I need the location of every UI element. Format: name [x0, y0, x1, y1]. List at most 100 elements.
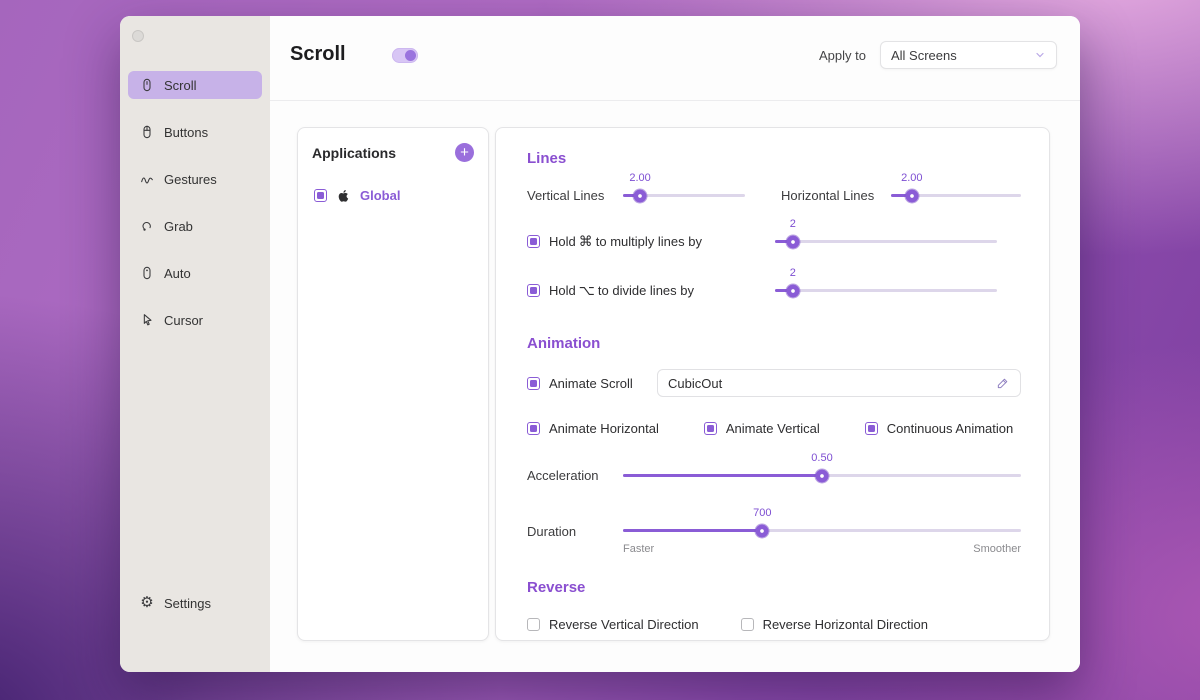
slider-track[interactable] [775, 240, 997, 243]
animate-vertical-checkbox[interactable] [704, 422, 717, 435]
animate-vertical-label: Animate Vertical [726, 421, 820, 436]
duration-slider[interactable]: 700 [623, 524, 1021, 537]
slider-track[interactable] [775, 289, 997, 292]
animate-scroll-checkbox[interactable] [527, 377, 540, 390]
plus-icon: + [460, 143, 469, 162]
sidebar-item-gestures[interactable]: Gestures [128, 165, 262, 193]
page-title: Scroll [290, 42, 346, 66]
horizontal-lines-slider[interactable]: 2.00 [891, 189, 1021, 202]
duration-max-hint: Smoother [973, 543, 1021, 555]
sidebar-item-buttons[interactable]: Buttons [128, 118, 262, 146]
easing-value: CubicOut [668, 376, 722, 391]
animate-horizontal-checkbox[interactable] [527, 422, 540, 435]
animate-scroll-row: Animate Scroll CubicOut [527, 369, 1021, 397]
continuous-animation-label: Continuous Animation [887, 421, 1013, 436]
application-item-label: Global [360, 188, 400, 203]
reverse-options-row: Reverse Vertical Direction Reverse Horiz… [527, 617, 1021, 632]
animation-options-row: Animate Horizontal Animate Vertical Cont… [527, 421, 1021, 436]
sidebar-item-grab[interactable]: Grab [128, 212, 262, 240]
acceleration-label: Acceleration [527, 468, 623, 483]
slider-value: 2.00 [901, 172, 922, 184]
label-text: to multiply lines by [596, 234, 702, 249]
animate-horizontal-label: Animate Horizontal [549, 421, 659, 436]
window-close-button[interactable] [132, 30, 144, 42]
acceleration-slider[interactable]: 0.50 [623, 469, 1021, 482]
slider-thumb[interactable] [905, 189, 918, 202]
duration-hints: Faster Smoother [623, 543, 1021, 555]
apple-icon [336, 188, 351, 203]
animate-scroll-label: Animate Scroll [549, 376, 633, 391]
scroll-settings-panel: Lines Vertical Lines 2.00 Horizontal Lin… [495, 127, 1050, 641]
application-list-item-global[interactable]: Global [312, 188, 474, 203]
hold-option-label: Hold⌥to divide lines by [549, 282, 694, 299]
lines-sliders-row: Vertical Lines 2.00 Horizontal Lines 2.0… [527, 188, 1021, 203]
reverse-vertical-option: Reverse Vertical Direction [527, 617, 699, 632]
animation-section-heading: Animation [527, 335, 1021, 353]
applications-title: Applications [312, 145, 396, 161]
duration-row: Duration 700 Faster Smoother [527, 524, 1021, 555]
hold-cmd-checkbox[interactable] [527, 235, 540, 248]
apply-to-label: Apply to [819, 48, 866, 63]
gesture-icon [139, 171, 155, 187]
sidebar-item-label: Cursor [164, 313, 203, 328]
slider-value: 2 [790, 218, 796, 230]
command-key-icon: ⌘ [579, 233, 593, 249]
continuous-animation-checkbox[interactable] [865, 422, 878, 435]
apply-to-value: All Screens [891, 48, 957, 63]
sidebar: Scroll Buttons Gestures Grab [120, 16, 270, 672]
scroll-enabled-toggle[interactable] [392, 48, 418, 63]
header-divider [270, 100, 1080, 101]
sidebar-item-auto[interactable]: Auto [128, 259, 262, 287]
duration-min-hint: Faster [623, 543, 654, 555]
sidebar-item-cursor[interactable]: Cursor [128, 306, 262, 334]
animate-vertical-option: Animate Vertical [704, 421, 820, 436]
sidebar-item-label: Auto [164, 266, 191, 281]
hold-option-checkbox[interactable] [527, 284, 540, 297]
divide-lines-row: Hold⌥to divide lines by 2 [527, 282, 1021, 299]
multiply-lines-slider[interactable]: 2 [775, 235, 997, 248]
slider-value: 2 [790, 267, 796, 279]
reverse-section-heading: Reverse [527, 579, 1021, 597]
slider-thumb[interactable] [816, 469, 829, 482]
slider-fill [623, 529, 762, 532]
reverse-horizontal-checkbox[interactable] [741, 618, 754, 631]
grab-icon [139, 218, 155, 234]
apply-to-dropdown[interactable]: All Screens [880, 41, 1057, 69]
label-text: Hold [549, 283, 576, 298]
slider-thumb[interactable] [786, 235, 799, 248]
app-window: Scroll Buttons Gestures Grab [120, 16, 1080, 672]
lines-section-heading: Lines [527, 150, 1021, 168]
option-key-icon: ⌥ [579, 282, 595, 298]
slider-thumb[interactable] [786, 284, 799, 297]
reverse-vertical-label: Reverse Vertical Direction [549, 617, 699, 632]
reverse-vertical-checkbox[interactable] [527, 618, 540, 631]
vertical-lines-label: Vertical Lines [527, 188, 623, 203]
sidebar-item-label: Scroll [164, 78, 197, 93]
hold-cmd-label: Hold⌘to multiply lines by [549, 233, 702, 250]
divide-lines-slider[interactable]: 2 [775, 284, 997, 297]
slider-thumb[interactable] [634, 189, 647, 202]
sidebar-item-scroll[interactable]: Scroll [128, 71, 262, 99]
sidebar-nav: Scroll Buttons Gestures Grab [128, 71, 262, 334]
edit-pencil-icon[interactable] [996, 376, 1010, 390]
sidebar-item-label: Grab [164, 219, 193, 234]
sidebar-item-label: Settings [164, 596, 211, 611]
easing-input[interactable]: CubicOut [657, 369, 1021, 397]
slider-value: 2.00 [629, 172, 650, 184]
gear-icon: ⚙ [139, 595, 155, 611]
toggle-knob [405, 50, 416, 61]
multiply-lines-row: Hold⌘to multiply lines by 2 [527, 233, 1021, 250]
applications-header: Applications + [312, 143, 474, 162]
global-checkbox[interactable] [314, 189, 327, 202]
slider-thumb[interactable] [756, 524, 769, 537]
add-application-button[interactable]: + [455, 143, 474, 162]
label-text: Hold [549, 234, 576, 249]
continuous-animation-option: Continuous Animation [865, 421, 1013, 436]
acceleration-row: Acceleration 0.50 [527, 468, 1021, 483]
vertical-lines-slider[interactable]: 2.00 [623, 189, 745, 202]
label-text: to divide lines by [598, 283, 694, 298]
apply-to-group: Apply to All Screens [819, 41, 1057, 69]
sidebar-item-settings[interactable]: ⚙ Settings [128, 589, 262, 617]
slider-value: 0.50 [811, 452, 832, 464]
slider-fill [623, 474, 822, 477]
